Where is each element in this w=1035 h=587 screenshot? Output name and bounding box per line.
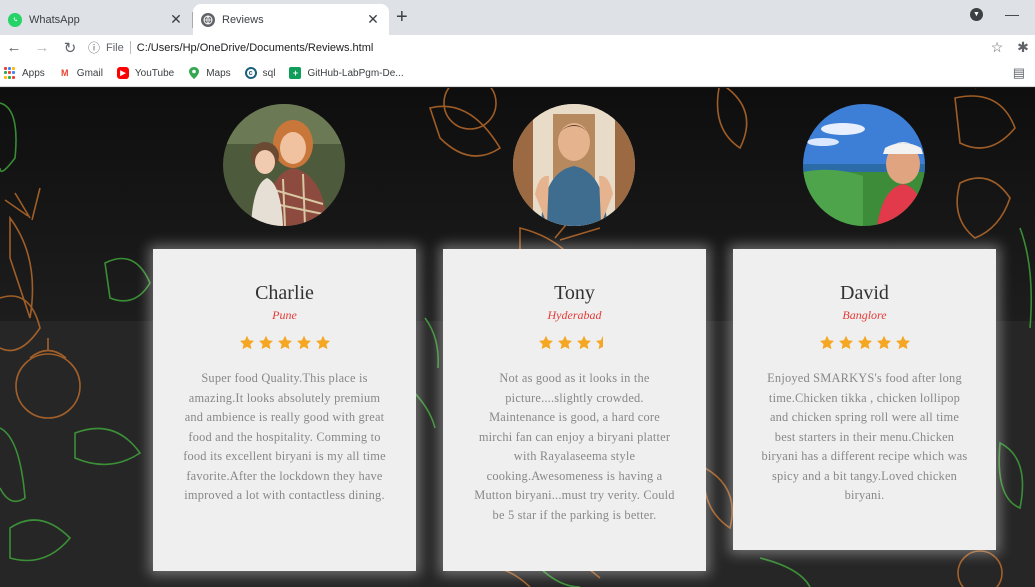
review-card: Charlie Pune Super food Quality.This pla… [153,249,416,571]
review-card: Tony Hyderabad Not as good as it looks i… [443,249,706,571]
address-bar[interactable]: ⓘ File C:/Users/Hp/OneDrive/Documents/Re… [88,37,983,59]
tab-title: WhatsApp [29,13,80,26]
bookmark-youtube[interactable]: ▶ YouTube [116,67,175,79]
extensions-puzzle-icon[interactable]: ✱ [1011,39,1035,56]
tab-reviews[interactable]: Reviews ✕ [193,4,389,35]
reviewer-name: Charlie [255,282,314,304]
url-text[interactable]: C:/Users/Hp/OneDrive/Documents/Reviews.h… [137,42,374,54]
bookmark-label: GitHub-LabPgm-De... [307,67,404,79]
address-divider [129,41,131,54]
review-text: Super food Quality.This place is amazing… [183,371,386,502]
bookmarks-bar: Apps M Gmail ▶ YouTube Maps c sql + GitH… [0,60,1035,87]
scheme-label: File [106,41,124,54]
review-text: Not as good as it looks in the picture..… [474,371,675,522]
reading-list-icon[interactable]: ▤ [1013,65,1025,81]
maps-pin-icon [188,67,200,79]
globe-icon [201,12,215,27]
new-tab-button[interactable]: + [396,6,408,29]
github-labpgm-icon: + [289,67,302,79]
avatar-david [803,104,925,226]
star-rating [443,335,706,351]
reviews-page: Charlie Pune Super food Quality.This pla… [0,88,1035,587]
bookmark-label: sql [262,67,276,79]
bookmark-label: Maps [206,67,231,79]
bookmark-maps[interactable]: Maps [188,67,231,79]
gmail-icon: M [61,68,69,78]
avatar-tony [513,104,635,226]
star-full-icon [838,335,853,350]
bookmark-label: YouTube [134,67,175,79]
bookmark-github-labpgm[interactable]: + GitHub-LabPgm-De... [289,67,404,79]
reviewer-city: Hyderabad [547,308,602,322]
avatar-charlie [223,104,345,226]
close-tab-icon[interactable]: ✕ [168,11,184,28]
bookmark-star-icon[interactable]: ☆ [983,39,1011,56]
close-tab-icon[interactable]: ✕ [365,11,381,28]
star-full-icon [277,335,292,350]
star-full-icon [895,335,910,350]
minimize-button[interactable]: — [1005,6,1019,22]
star-full-icon [258,335,273,350]
star-full-icon [819,335,834,350]
back-arrow-icon[interactable]: ← [0,39,28,56]
reviewer-name: Tony [554,282,595,304]
star-full-icon [577,335,591,350]
star-full-icon [315,335,330,350]
star-full-icon [239,335,254,350]
forward-arrow-icon[interactable]: → [28,39,56,56]
sql-icon: c [244,67,257,79]
bookmark-sql[interactable]: c sql [244,67,276,79]
apps-grid-icon [4,67,16,79]
star-full-icon [539,335,553,350]
window-controls: ▼ — [970,6,1035,22]
bookmark-apps[interactable]: Apps [4,67,45,79]
review-card: David Banglore Enjoyed SMARKYS's food af… [733,249,996,550]
reviewer-city: Banglore [842,308,887,322]
youtube-icon: ▶ [116,67,129,79]
bookmark-gmail[interactable]: M Gmail [59,67,103,79]
star-half-icon [596,335,603,350]
tab-title: Reviews [222,13,264,26]
bookmark-label: Apps [22,67,45,79]
star-rating [733,335,996,351]
navigation-toolbar: ← → ↻ ⓘ File C:/Users/Hp/OneDrive/Docume… [0,35,1035,60]
bookmark-label: Gmail [76,67,103,79]
info-icon[interactable]: ⓘ [88,39,100,56]
star-full-icon [558,335,572,350]
whatsapp-icon [8,12,22,27]
reviewer-name: David [840,282,889,304]
tab-search-icon[interactable]: ▼ [970,7,983,21]
reviewer-city: Pune [272,308,297,322]
star-full-icon [857,335,872,350]
reload-icon[interactable]: ↻ [56,39,84,57]
star-full-icon [876,335,891,350]
tab-whatsapp[interactable]: WhatsApp ✕ [0,4,192,35]
tab-strip: WhatsApp ✕ Reviews ✕ + ▼ — [0,0,1035,35]
star-full-icon [296,335,311,350]
review-text: Enjoyed SMARKYS's food after long time.C… [761,371,968,502]
star-rating [153,335,416,351]
